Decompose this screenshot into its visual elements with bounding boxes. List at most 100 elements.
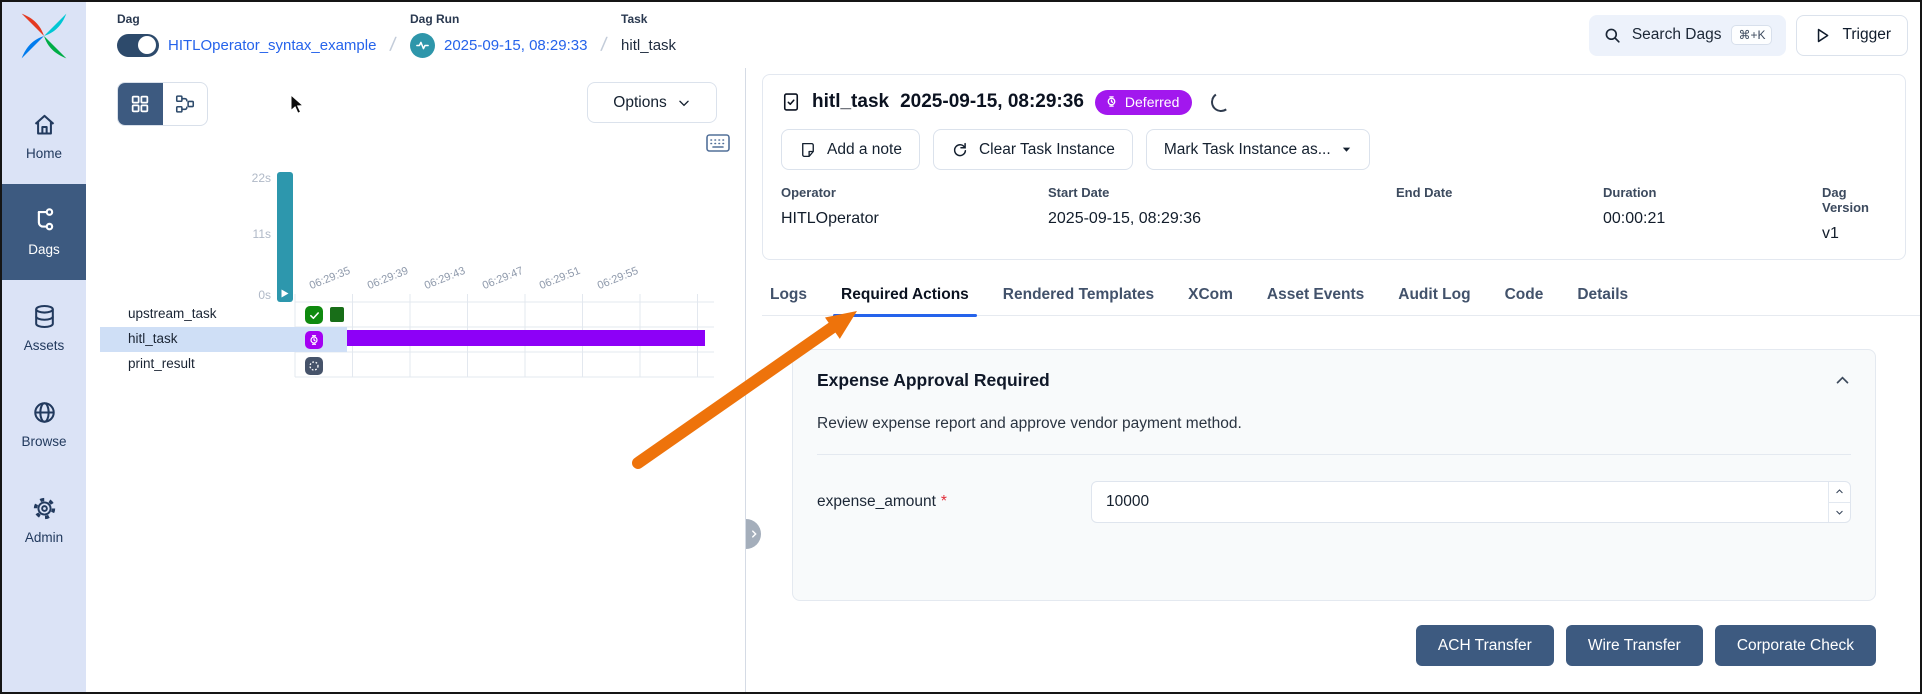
task-state-none-icon[interactable] <box>305 357 323 375</box>
gantt-panel: Options 22s 11s 0s <box>86 68 746 692</box>
mark-task-instance-label: Mark Task Instance as... <box>1164 141 1331 159</box>
time-tick: 06:29:43 <box>409 265 467 298</box>
dag-run-state-icon <box>410 33 435 58</box>
task-state-success-icon[interactable] <box>305 306 323 324</box>
meta-end-date: End Date <box>1396 185 1603 244</box>
keyboard-shortcuts-icon[interactable] <box>705 132 731 154</box>
time-tick: 06:29:47 <box>467 265 525 298</box>
task-document-icon <box>781 91 801 113</box>
task-label: Task <box>621 12 676 26</box>
tab-rendered-templates[interactable]: Rendered Templates <box>1001 274 1156 315</box>
time-tick: 06:29:55 <box>582 265 640 298</box>
mark-task-instance-as-button[interactable]: Mark Task Instance as... <box>1146 129 1370 170</box>
graph-view-button[interactable] <box>163 83 208 125</box>
breadcrumb-dag-run: Dag Run 2025-09-15, 08:29:33 <box>410 12 587 58</box>
sidebar-item-dags[interactable]: Dags <box>2 184 86 280</box>
sidebar-item-assets[interactable]: Assets <box>2 280 86 376</box>
tab-logs[interactable]: Logs <box>768 274 809 315</box>
add-note-button[interactable]: Add a note <box>781 129 920 170</box>
status-badge: Deferred <box>1095 90 1192 115</box>
search-shortcut-badge: ⌘+K <box>1731 25 1772 45</box>
expense-amount-input-wrap <box>1091 481 1851 523</box>
gantt-bar-hitl-task[interactable] <box>347 330 705 346</box>
required-marker: * <box>941 493 947 510</box>
airflow-logo[interactable] <box>16 10 72 62</box>
breadcrumb-dag: Dag HITLOperator_syntax_example <box>117 12 376 58</box>
gantt-task-label[interactable]: hitl_task <box>128 331 178 346</box>
dag-label: Dag <box>117 12 376 26</box>
chevron-down-icon <box>677 96 691 110</box>
dags-icon <box>31 207 58 234</box>
sidebar: Home Dags Assets <box>2 2 86 692</box>
sidebar-item-label: Browse <box>21 434 66 449</box>
number-steppers <box>1828 482 1850 522</box>
duration-tick: 22s <box>221 171 271 185</box>
dag-run-link[interactable]: 2025-09-15, 08:29:33 <box>444 37 587 54</box>
sidebar-item-label: Admin <box>25 530 63 545</box>
task-state-deferred-icon[interactable] <box>305 331 323 349</box>
topbar: Dag HITLOperator_syntax_example / Dag Ru… <box>86 2 1920 68</box>
tab-required-actions[interactable]: Required Actions <box>839 274 971 315</box>
task-instance-title: hitl_task <box>812 91 889 113</box>
search-dags-button[interactable]: Search Dags ⌘+K <box>1589 15 1787 56</box>
play-marker-icon <box>281 289 289 298</box>
dag-run-duration-bar[interactable] <box>277 172 293 302</box>
assets-icon <box>31 303 58 330</box>
grid-view-icon <box>129 93 151 115</box>
sidebar-item-browse[interactable]: Browse <box>2 376 86 472</box>
sidebar-nav: Home Dags Assets <box>2 88 86 568</box>
ach-transfer-button[interactable]: ACH Transfer <box>1416 625 1554 666</box>
status-badge-label: Deferred <box>1125 94 1179 110</box>
corporate-check-button[interactable]: Corporate Check <box>1715 625 1876 666</box>
breadcrumb: Dag HITLOperator_syntax_example / Dag Ru… <box>117 12 676 58</box>
required-action-card: Expense Approval Required Review expense… <box>792 349 1876 601</box>
step-up-button[interactable] <box>1829 482 1850 502</box>
sidebar-item-label: Assets <box>24 338 65 353</box>
chevron-down-icon <box>1835 508 1844 517</box>
tab-details[interactable]: Details <box>1575 274 1630 315</box>
task-detail-tabs: Logs Required Actions Rendered Templates… <box>762 274 1920 316</box>
chevron-up-icon <box>1835 487 1844 496</box>
tab-audit-log[interactable]: Audit Log <box>1396 274 1472 315</box>
breadcrumb-separator: / <box>600 34 609 58</box>
options-label: Options <box>613 94 666 112</box>
wire-transfer-button[interactable]: Wire Transfer <box>1566 625 1703 666</box>
meta-start-date: Start Date 2025-09-15, 08:29:36 <box>1048 185 1396 244</box>
graph-view-icon <box>174 93 196 115</box>
card-description: Review expense report and approve vendor… <box>817 415 1851 433</box>
card-title: Expense Approval Required <box>817 370 1050 391</box>
chevron-right-icon <box>749 529 759 539</box>
dag-name-link[interactable]: HITLOperator_syntax_example <box>168 37 376 54</box>
view-mode-toggle <box>117 82 208 126</box>
caret-down-icon <box>1341 144 1352 155</box>
sidebar-item-admin[interactable]: Admin <box>2 472 86 568</box>
gantt-task-label[interactable]: upstream_task <box>128 306 217 321</box>
meta-duration: Duration 00:00:21 <box>1603 185 1822 244</box>
sidebar-item-label: Home <box>26 146 62 161</box>
loading-spinner <box>1210 90 1233 113</box>
gantt-bar-upstream-task[interactable] <box>330 307 344 322</box>
meta-operator: Operator HITLOperator <box>781 185 1048 244</box>
tab-asset-events[interactable]: Asset Events <box>1265 274 1366 315</box>
dag-run-label: Dag Run <box>410 12 587 26</box>
trigger-button[interactable]: Trigger <box>1796 15 1908 56</box>
collapse-chevron-up-icon[interactable] <box>1834 372 1851 389</box>
time-tick: 06:29:51 <box>524 265 582 298</box>
task-instance-header: hitl_task 2025-09-15, 08:29:36 Deferred … <box>762 74 1906 260</box>
options-button[interactable]: Options <box>587 82 717 123</box>
time-tick: 06:29:39 <box>352 265 410 298</box>
dag-pause-toggle[interactable] <box>117 34 159 57</box>
step-down-button[interactable] <box>1829 502 1850 523</box>
tab-code[interactable]: Code <box>1503 274 1546 315</box>
clear-task-instance-button[interactable]: Clear Task Instance <box>933 129 1133 170</box>
expense-amount-input[interactable] <box>1091 481 1851 523</box>
breadcrumb-separator: / <box>389 34 398 58</box>
duration-tick: 11s <box>221 227 271 241</box>
home-icon <box>31 111 58 138</box>
grid-view-button[interactable] <box>118 83 163 125</box>
tab-xcom[interactable]: XCom <box>1186 274 1235 315</box>
gantt-task-label[interactable]: print_result <box>128 356 195 371</box>
sidebar-item-label: Dags <box>28 242 60 257</box>
card-divider <box>817 454 1851 455</box>
sidebar-item-home[interactable]: Home <box>2 88 86 184</box>
